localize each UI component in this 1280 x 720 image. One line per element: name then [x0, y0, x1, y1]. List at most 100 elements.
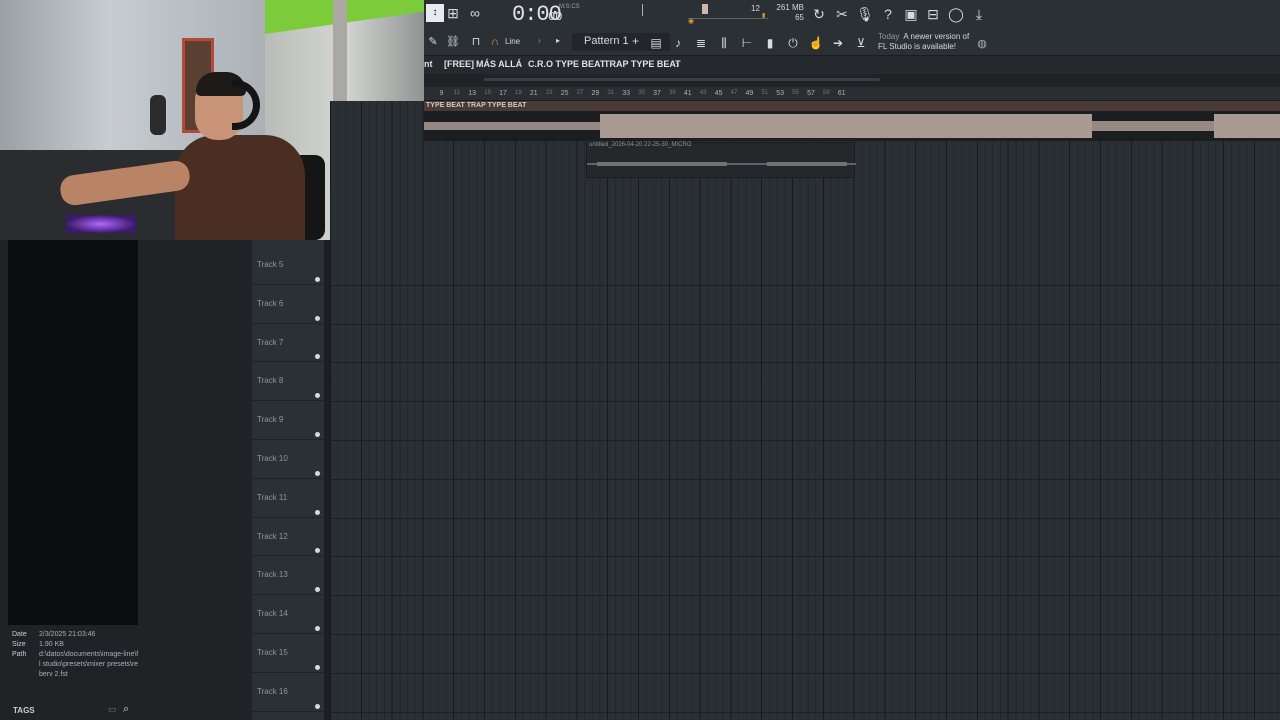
track-header[interactable]: Track 15 — [252, 634, 324, 673]
track-mute-button[interactable] — [315, 470, 320, 476]
playlist-row-divider — [330, 323, 1280, 325]
track-mute-button[interactable] — [315, 625, 320, 631]
mic-icon[interactable]: 🎙 — [856, 5, 874, 23]
breadcrumb: nt [FREE] MÁS ALLÁ C.R.O TYPE BEAT TRAP … — [424, 56, 1280, 74]
track-name: Track 13 — [257, 570, 288, 580]
loop-record-icon[interactable]: ∞ — [466, 4, 484, 22]
audio-clip-header[interactable]: TYPE BEAT TRAP TYPE BEAT — [424, 101, 1280, 111]
master-volume-slider[interactable] — [702, 4, 708, 14]
link-icon[interactable]: ⛓ — [444, 33, 462, 51]
piano-roll-icon[interactable]: ♪ — [669, 34, 687, 52]
track-mute-button[interactable] — [315, 431, 320, 437]
metronome-icon[interactable]: ↕ — [426, 4, 444, 22]
step-edit-icon[interactable]: ⊞ — [444, 4, 462, 22]
online-icon[interactable]: ◍ — [973, 35, 991, 53]
playlist-row-divider — [330, 556, 1280, 558]
track-mute-button[interactable] — [315, 703, 320, 709]
download-icon[interactable]: ⤓ — [970, 5, 988, 23]
breadcrumb-item[interactable]: MÁS ALLÁ — [476, 59, 522, 69]
horizontal-scrollbar[interactable] — [484, 78, 880, 81]
mixer-icon[interactable]: ⊟ — [924, 5, 942, 23]
playlist-row-divider — [330, 517, 1280, 519]
ruler-tick: 37 — [653, 90, 661, 97]
track-name: Track 6 — [257, 298, 284, 308]
save-icon[interactable]: ▣ — [902, 5, 920, 23]
track-mute-button[interactable] — [315, 548, 320, 554]
channel-rack-icon[interactable]: ≣ — [692, 34, 710, 52]
cart-icon[interactable]: ⊻ — [852, 34, 870, 52]
pitch-knob-icon[interactable]: ◉ — [688, 17, 694, 25]
ruler-tick: 51 — [761, 90, 769, 96]
track-mute-button[interactable] — [315, 354, 320, 360]
track-header[interactable]: Track 14 — [252, 595, 324, 634]
plugin-icon[interactable]: ⏻ — [784, 34, 802, 52]
track-header[interactable]: Track 13 — [252, 556, 324, 596]
breadcrumb-item[interactable]: [FREE] — [444, 59, 474, 69]
track-name: Track 16 — [257, 686, 288, 696]
breadcrumb-item[interactable]: nt — [424, 59, 433, 69]
add-pattern-icon[interactable]: + — [632, 34, 639, 48]
ruler-tick: 17 — [499, 90, 507, 97]
track-header[interactable]: Track 10 — [252, 440, 324, 479]
audio-waveform[interactable] — [424, 111, 1280, 141]
play-arrow-icon[interactable]: ▸ — [556, 36, 560, 45]
master-pitch-track[interactable] — [688, 18, 768, 19]
ruler-tick: 61 — [837, 90, 846, 97]
track-mute-button[interactable] — [315, 315, 320, 321]
snap-icon[interactable]: ∩ — [486, 33, 504, 51]
track-mute-button[interactable] — [315, 587, 320, 593]
mixer-window-icon[interactable]: ⫼ — [715, 34, 733, 52]
track-header[interactable]: Track 6 — [252, 285, 324, 324]
track-name: Track 8 — [257, 376, 284, 386]
track-header[interactable]: Track 8 — [252, 362, 324, 402]
folder-icon[interactable]: ▭ — [108, 704, 117, 715]
time-unit: M:S:CS — [559, 4, 580, 10]
track-mute-button[interactable] — [315, 393, 320, 399]
song-time-cs: 00 — [548, 10, 563, 24]
info-date-value: 2/3/2025 21:03:46 — [39, 631, 96, 638]
track-mute-button[interactable] — [315, 276, 320, 282]
track-header[interactable]: Track 16 — [252, 673, 324, 712]
info-path-value: d:\datos\documents\image-line\fl studio\… — [39, 651, 139, 678]
news-line1: A newer version of — [903, 32, 970, 41]
track-name: Track 9 — [257, 415, 284, 425]
snap-arrow-icon[interactable]: › — [538, 36, 541, 45]
timeline-ruler[interactable]: 9 13 17 21 25 29 33 37 41 45 49 53 57 61 11 15 19 23 27 31 3… — [424, 87, 1280, 101]
track-header[interactable]: Track 5 — [252, 246, 324, 285]
playlist-row-divider — [330, 284, 1280, 286]
chat-icon[interactable]: ◯ — [947, 5, 965, 23]
news-date: Today — [878, 32, 900, 41]
playlist-row-divider — [330, 672, 1280, 674]
tempo-tap-icon[interactable]: ➔ — [829, 34, 847, 52]
browser-icon[interactable]: ⊢ — [738, 34, 756, 52]
news-panel[interactable]: Today A newer version of FL Studio is av… — [878, 32, 969, 52]
help-icon[interactable]: ? — [879, 5, 897, 23]
info-date-key: Date — [12, 631, 27, 638]
track-header[interactable]: Track 7 — [252, 324, 324, 363]
draw-tool-icon[interactable]: ✎ — [424, 33, 442, 51]
project-icon[interactable]: ▮ — [761, 34, 779, 52]
pattern-label[interactable]: Pattern 1 — [584, 35, 629, 47]
undo-history-icon[interactable]: ↻ — [810, 5, 828, 23]
playlist-grid[interactable] — [330, 101, 1280, 720]
search-icon[interactable]: ⌕ — [123, 703, 129, 716]
track-header[interactable]: Track 11 — [252, 479, 324, 518]
breadcrumb-item[interactable]: TRAP TYPE BEAT — [604, 59, 681, 69]
breadcrumb-item[interactable]: C.R.O TYPE BEAT — [528, 59, 605, 69]
info-path-key: Path — [12, 651, 27, 658]
cut-tool-icon[interactable]: ✂ — [833, 5, 851, 23]
track-header[interactable]: Track 12 — [252, 518, 324, 557]
snap-mode[interactable]: Line — [505, 37, 520, 46]
track-mute-button[interactable] — [315, 509, 320, 515]
playlist-row-divider — [330, 634, 1280, 635]
main-toolbar: ↕ ⊞ ∞ 0:00 00 M:S:CS ◉ 12 ▮ 261 MB 65 ↻ … — [424, 0, 1280, 56]
track-header[interactable]: Track 9 — [252, 401, 324, 440]
magnet-icon[interactable]: ⊓ — [467, 33, 485, 51]
playlist-icon[interactable]: ▤ — [647, 34, 665, 52]
breadcrumb-arrow-icon[interactable]: › — [676, 59, 679, 69]
memory-mb: 261 MB — [776, 3, 804, 12]
touch-icon[interactable]: ☝ — [807, 34, 825, 52]
browser-list[interactable] — [8, 240, 138, 625]
track-mute-button[interactable] — [315, 664, 320, 670]
ruler-tick: 45 — [714, 90, 723, 97]
